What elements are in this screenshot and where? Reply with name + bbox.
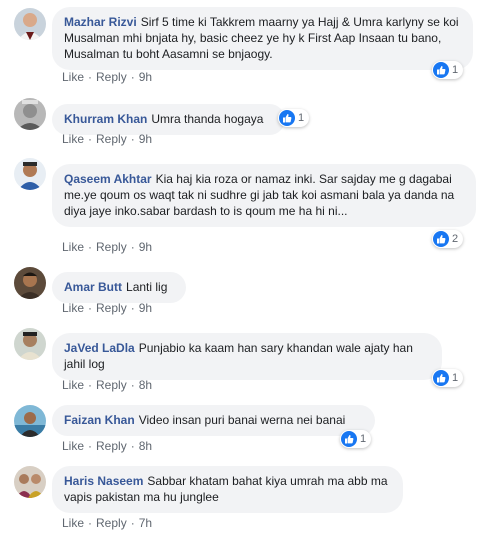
separator-dot: · (130, 439, 135, 453)
comment-author-link[interactable]: JaVed LaDla (64, 341, 135, 355)
timestamp-link[interactable]: 9h (139, 301, 152, 315)
reaction-count: 2 (452, 233, 459, 245)
comment-actions: Like · Reply · 8h (62, 378, 152, 392)
comment-bubble: Haris Naseem Sabbar khatam bahat kiya umr… (52, 466, 403, 513)
separator-dot: · (130, 378, 135, 392)
avatar[interactable] (14, 158, 46, 190)
separator-dot: · (130, 132, 135, 146)
like-link[interactable]: Like (62, 516, 84, 530)
reaction-count: 1 (298, 112, 305, 124)
separator-dot: · (88, 516, 93, 530)
separator-dot: · (130, 70, 135, 84)
reaction-count: 1 (360, 433, 367, 445)
comment-bubble: Khurram Khan Umra thanda hogaya (52, 104, 285, 135)
separator-dot: · (88, 439, 93, 453)
separator-dot: · (88, 70, 93, 84)
comment-author-link[interactable]: Mazhar Rizvi (64, 15, 137, 29)
comment-author-link[interactable]: Qaseem Akhtar (64, 172, 152, 186)
timestamp-link[interactable]: 9h (139, 132, 152, 146)
timestamp-link[interactable]: 9h (139, 70, 152, 84)
reaction-count-badge[interactable]: 1 (278, 109, 310, 127)
separator-dot: · (88, 378, 93, 392)
comment-actions: Like · Reply · 7h (62, 516, 152, 530)
thumbs-up-icon (341, 431, 357, 447)
separator-dot: · (88, 132, 93, 146)
reply-link[interactable]: Reply (96, 439, 127, 453)
like-link[interactable]: Like (62, 301, 84, 315)
separator-dot: · (88, 240, 93, 254)
reaction-count: 1 (452, 372, 459, 384)
separator-dot: · (130, 240, 135, 254)
like-link[interactable]: Like (62, 240, 84, 254)
reaction-count-badge[interactable]: 1 (432, 369, 464, 387)
reply-link[interactable]: Reply (96, 70, 127, 84)
comment-actions: Like · Reply · 8h (62, 439, 152, 453)
reply-link[interactable]: Reply (96, 516, 127, 530)
comment-actions: Like · Reply · 9h (62, 70, 152, 84)
timestamp-link[interactable]: 8h (139, 378, 152, 392)
comment-bubble: Amar Butt Lanti lig (52, 272, 186, 303)
reply-link[interactable]: Reply (96, 301, 127, 315)
comment-actions: Like · Reply · 9h (62, 301, 152, 315)
reaction-count-badge[interactable]: 1 (340, 430, 372, 448)
comment-author-link[interactable]: Haris Naseem (64, 474, 143, 488)
reaction-count-badge[interactable]: 1 (432, 61, 464, 79)
like-link[interactable]: Like (62, 70, 84, 84)
like-link[interactable]: Like (62, 378, 84, 392)
avatar[interactable] (14, 405, 46, 437)
comment-author-link[interactable]: Amar Butt (64, 280, 122, 294)
comment-author-link[interactable]: Faizan Khan (64, 413, 135, 427)
thumbs-up-icon (279, 110, 295, 126)
reply-link[interactable]: Reply (96, 132, 127, 146)
reply-link[interactable]: Reply (96, 240, 127, 254)
separator-dot: · (130, 301, 135, 315)
comment-author-link[interactable]: Khurram Khan (64, 112, 147, 126)
thumbs-up-icon (433, 370, 449, 386)
timestamp-link[interactable]: 8h (139, 439, 152, 453)
avatar[interactable] (14, 267, 46, 299)
comment-text: Umra thanda hogaya (151, 112, 264, 126)
like-link[interactable]: Like (62, 132, 84, 146)
thumbs-up-icon (433, 231, 449, 247)
reply-link[interactable]: Reply (96, 378, 127, 392)
separator-dot: · (88, 301, 93, 315)
comment-actions: Like · Reply · 9h (62, 240, 152, 254)
comment-bubble: Faizan Khan Video insan puri banai werna … (52, 405, 375, 436)
reaction-count: 1 (452, 64, 459, 76)
separator-dot: · (130, 516, 135, 530)
avatar[interactable] (14, 328, 46, 360)
comment-bubble: Qaseem Akhtar Kia haj kia roza or namaz i… (52, 164, 476, 227)
avatar[interactable] (14, 466, 46, 498)
thumbs-up-icon (433, 62, 449, 78)
comment-bubble: JaVed LaDla Punjabio ka kaam han sary kha… (52, 333, 442, 380)
comment-text: Video insan puri banai werna nei banai (138, 413, 346, 427)
timestamp-link[interactable]: 7h (139, 516, 152, 530)
avatar[interactable] (14, 98, 46, 130)
avatar[interactable] (14, 8, 46, 40)
like-link[interactable]: Like (62, 439, 84, 453)
comment-actions: Like · Reply · 9h (62, 132, 152, 146)
reaction-count-badge[interactable]: 2 (432, 230, 464, 248)
comment-text: Lanti lig (126, 280, 168, 294)
comment-bubble: Mazhar Rizvi Sirf 5 time ki Takkrem maarn… (52, 7, 473, 70)
timestamp-link[interactable]: 9h (139, 240, 152, 254)
